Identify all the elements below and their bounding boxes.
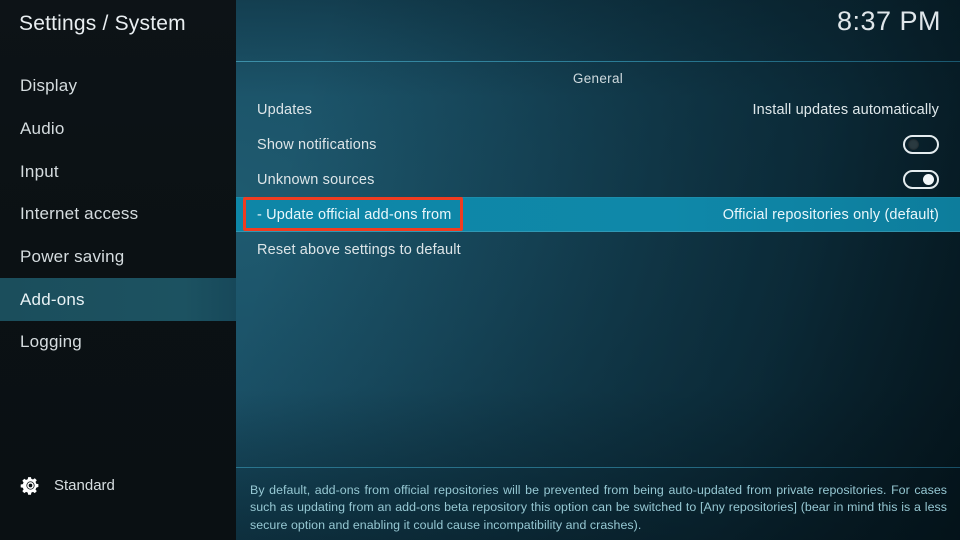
clock: 8:37 PM [836,6,941,36]
setting-value: Official repositories only (default) [722,206,939,223]
setting-label: Reset above settings to default [257,241,461,258]
gear-icon [20,477,39,495]
setting-row-reset-above-settings[interactable]: Reset above settings to default [236,232,960,267]
sidebar-item-label: Add-ons [20,289,85,309]
setting-row-show-notifications[interactable]: Show notifications [236,127,960,162]
sidebar-item-label: Display [20,75,78,95]
sidebar: Display Audio Input Internet access Powe… [0,0,236,540]
toggle-unknown-sources[interactable] [903,170,939,189]
group-heading: General [572,71,624,86]
setting-row-updates[interactable]: Updates Install updates automatically [236,92,960,127]
kodi-settings-screen: Settings / System 8:37 PM Display Audio … [0,0,960,540]
sidebar-item-logging[interactable]: Logging [0,320,236,363]
toggle-show-notifications[interactable] [903,135,939,154]
sidebar-item-list: Display Audio Input Internet access Powe… [0,0,236,540]
setting-label: Show notifications [257,136,377,153]
sidebar-item-add-ons[interactable]: Add-ons [0,278,236,321]
setting-label: - Update official add-ons from [257,206,452,223]
settings-level-label: Standard [54,477,115,494]
description-divider [236,467,960,468]
sidebar-item-internet-access[interactable]: Internet access [0,192,236,235]
sidebar-item-label: Logging [20,331,82,351]
sidebar-item-label: Input [20,161,59,181]
sidebar-item-label: Internet access [20,203,139,223]
settings-panel: General Updates Install updates automati… [236,62,960,540]
setting-description: By default, add-ons from official reposi… [250,482,947,532]
settings-row-list: Updates Install updates automatically Sh… [236,92,960,267]
sidebar-item-input[interactable]: Input [0,150,236,193]
toggle-knob [908,139,919,150]
sidebar-item-power-saving[interactable]: Power saving [0,235,236,278]
settings-level-button[interactable]: Standard [20,475,115,496]
sidebar-item-display[interactable]: Display [0,64,236,107]
setting-row-update-official-add-ons-from[interactable]: - Update official add-ons from Official … [236,197,960,232]
setting-label: Unknown sources [257,171,375,188]
toggle-knob [923,174,934,185]
sidebar-item-label: Audio [20,118,65,138]
page-title: Settings / System [19,12,186,35]
sidebar-item-audio[interactable]: Audio [0,107,236,150]
setting-value: Install updates automatically [752,101,939,118]
setting-row-unknown-sources[interactable]: Unknown sources [236,162,960,197]
setting-label: Updates [257,101,313,118]
sidebar-item-label: Power saving [20,246,125,266]
header-bar: Settings / System 8:37 PM [0,0,960,62]
header-divider [236,61,960,62]
